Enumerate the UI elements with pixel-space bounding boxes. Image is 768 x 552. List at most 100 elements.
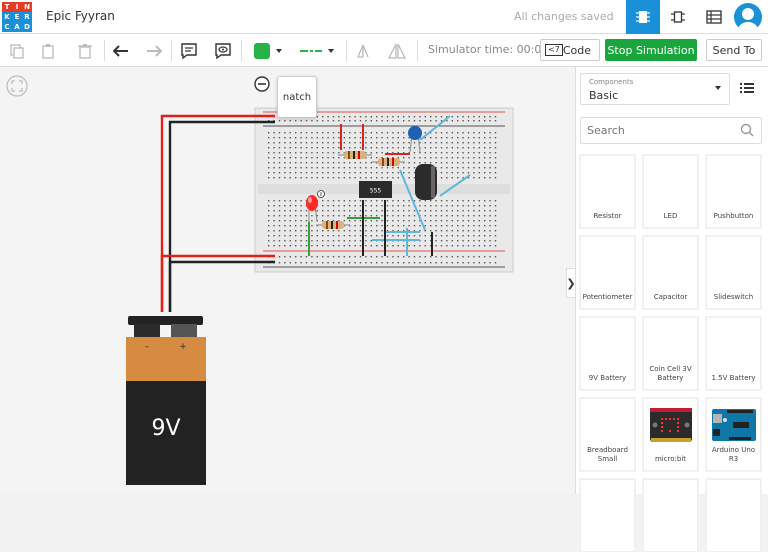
components-dropdown[interactable]: Components Basic	[580, 73, 730, 105]
color-swatch	[254, 42, 270, 59]
flip-icon	[388, 43, 406, 59]
tile-label: Arduino Uno R3	[711, 446, 756, 463]
save-status: All changes saved	[514, 10, 614, 23]
components-value: Basic	[589, 89, 619, 102]
color-picker[interactable]	[248, 38, 288, 63]
component-tile-potentiometer[interactable]: Potentiometer	[580, 236, 635, 309]
user-avatar[interactable]	[734, 3, 762, 31]
tile-label: Capacitor	[653, 293, 688, 301]
resistor-icon	[581, 160, 634, 204]
bom-view-button[interactable]	[697, 0, 731, 34]
electrolytic-capacitor[interactable]	[415, 164, 437, 200]
chevron-down-icon	[276, 48, 282, 53]
component-tile-microbit[interactable]: micro:bit	[643, 398, 698, 471]
list-table-icon	[706, 10, 722, 24]
component-tile-more[interactable]	[643, 479, 698, 552]
tile-label: 1.5V Battery	[711, 374, 756, 382]
capacitor-icon	[644, 241, 697, 285]
tile-label: Breadboard Small	[587, 446, 628, 463]
aa-battery-icon	[707, 322, 760, 366]
components-label: Components	[589, 78, 634, 86]
component-tile-more[interactable]	[706, 479, 761, 552]
component-tile-led[interactable]: LED	[643, 155, 698, 228]
trash-icon	[78, 43, 92, 59]
component-tile-slideswitch[interactable]: Slideswitch	[706, 236, 761, 309]
code-button[interactable]: <7 Code	[540, 39, 600, 61]
undo-button[interactable]	[110, 38, 132, 63]
logo-letter: A	[12, 22, 22, 32]
info-icon[interactable]	[317, 190, 325, 198]
toolbar: Simulator time: 00:00:00.000 <7 Code Sto…	[0, 34, 768, 67]
tile-label: micro:bit	[654, 455, 687, 463]
component-tile-9v-battery[interactable]: 9V Battery	[580, 317, 635, 390]
undo-icon	[113, 44, 128, 57]
delete-button[interactable]	[74, 38, 96, 63]
pushbutton-icon	[707, 160, 760, 204]
user-icon	[738, 8, 758, 31]
chevron-down-icon	[328, 48, 334, 53]
tile-label: LED	[663, 212, 678, 220]
circuit-view-button[interactable]	[626, 0, 660, 34]
tile-label: 9V Battery	[588, 374, 627, 382]
logo-letter: E	[12, 12, 22, 22]
component-tile-1-5v-battery[interactable]: 1.5V Battery	[706, 317, 761, 390]
microbit-icon	[644, 403, 697, 447]
component-tile-resistor[interactable]: Resistor	[580, 155, 635, 228]
logo-letter: N	[22, 2, 32, 12]
flip-button[interactable]	[386, 38, 408, 63]
code-icon: <7	[545, 44, 563, 56]
logo-letter: C	[2, 22, 12, 32]
component-tile-more[interactable]	[580, 479, 635, 552]
paste-button[interactable]	[38, 38, 60, 63]
send-to-button[interactable]: Send To	[706, 39, 762, 61]
list-view-button[interactable]	[740, 79, 760, 99]
tinkercad-logo[interactable]: T I N K E R C A D	[2, 2, 32, 32]
logo-letter: D	[22, 22, 32, 32]
stop-simulation-button[interactable]: Stop Simulation	[605, 39, 697, 61]
eye-note-icon	[215, 42, 231, 59]
component-tile-breadboard-small[interactable]: Breadboard Small	[580, 398, 635, 471]
logo-letter: R	[22, 12, 32, 22]
wire-type-picker[interactable]	[294, 38, 340, 63]
minus-circle-icon[interactable]	[254, 76, 270, 92]
logo-letter: T	[2, 2, 12, 12]
circuit-drawing[interactable]: 555 – + 9V	[0, 67, 575, 494]
list-icon	[740, 83, 754, 93]
tile-label: Slideswitch	[713, 293, 754, 301]
search-icon[interactable]	[740, 123, 754, 137]
redo-button[interactable]	[143, 38, 165, 63]
chip-label: 555	[370, 188, 382, 195]
copy-button[interactable]	[6, 38, 28, 63]
battery-9v[interactable]: – + 9V	[126, 316, 206, 485]
battery-icon	[581, 322, 634, 366]
notes-button[interactable]	[178, 38, 200, 63]
note-icon	[181, 42, 197, 59]
component-tile-arduino-uno[interactable]: Arduino Uno R3	[706, 398, 761, 471]
battery-plus-label: +	[179, 342, 187, 352]
tile-label: Pushbutton	[713, 212, 754, 220]
timer-555-chip[interactable]: 555	[359, 181, 392, 198]
component-tile-pushbutton[interactable]: Pushbutton	[706, 155, 761, 228]
tile-label: Resistor	[593, 212, 622, 220]
rotate-button[interactable]	[352, 38, 374, 63]
chip-icon	[636, 11, 650, 23]
top-bar: T I N K E R C A D Epic Fyyran All change…	[0, 0, 768, 34]
component-tile-coin-cell[interactable]: Coin Cell 3V Battery	[643, 317, 698, 390]
search-input[interactable]	[580, 117, 762, 144]
logo-letter: I	[12, 2, 22, 12]
schematic-view-button[interactable]	[661, 0, 695, 34]
component-tooltip: natch	[277, 76, 317, 118]
coin-cell-icon	[644, 322, 697, 366]
toolbar-divider	[417, 40, 418, 61]
project-title[interactable]: Epic Fyyran	[46, 9, 115, 23]
tile-label: Potentiometer	[582, 293, 633, 301]
toggle-notes-button[interactable]	[212, 38, 234, 63]
breadboard-icon	[581, 403, 634, 447]
arduino-icon	[707, 403, 760, 447]
battery-minus-label: –	[145, 342, 150, 352]
redo-icon	[147, 44, 162, 57]
zoom-fit-icon[interactable]	[6, 75, 28, 97]
component-tile-capacitor[interactable]: Capacitor	[643, 236, 698, 309]
toolbar-divider	[171, 40, 172, 61]
slideswitch-icon	[707, 241, 760, 285]
